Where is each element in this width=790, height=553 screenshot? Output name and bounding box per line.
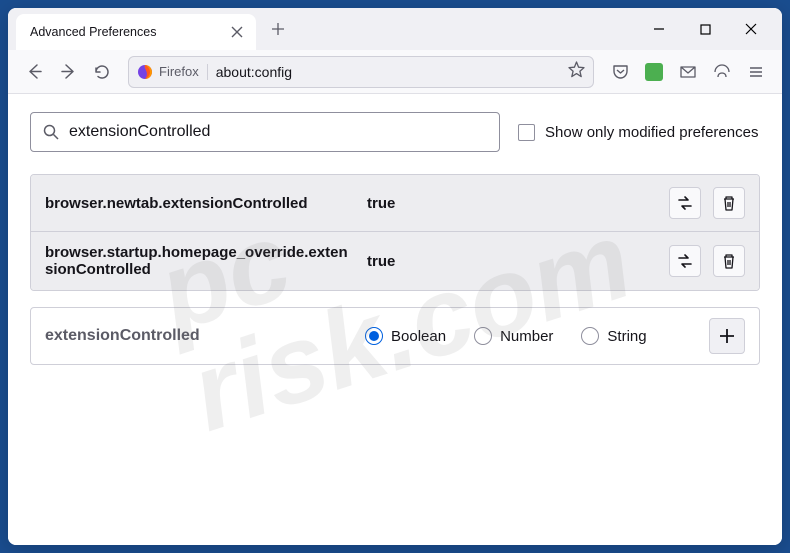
maximize-button[interactable]: [682, 12, 728, 46]
pref-name: browser.startup.homepage_override.extens…: [45, 244, 355, 278]
close-icon: [231, 26, 243, 38]
forward-button[interactable]: [52, 56, 84, 88]
close-window-button[interactable]: [728, 12, 774, 46]
pref-search-box[interactable]: [30, 112, 500, 152]
radio-icon: [365, 327, 383, 345]
pref-name: browser.newtab.extensionControlled: [45, 195, 355, 212]
arrow-left-icon: [26, 63, 43, 80]
url-text: about:config: [216, 64, 560, 80]
radio-icon: [474, 327, 492, 345]
radio-boolean[interactable]: Boolean: [365, 327, 446, 345]
plus-icon: [718, 327, 736, 345]
tab-close-button[interactable]: [226, 21, 248, 43]
back-button[interactable]: [18, 56, 50, 88]
toggle-icon: [676, 194, 694, 212]
pref-value: true: [367, 195, 657, 212]
extension-icon: [645, 63, 663, 81]
close-icon: [745, 23, 757, 35]
browser-tab[interactable]: Advanced Preferences: [16, 14, 256, 50]
identity-box[interactable]: Firefox: [137, 64, 208, 80]
radio-label: Boolean: [391, 328, 446, 345]
delete-button[interactable]: [713, 245, 745, 277]
radio-label: String: [607, 328, 646, 345]
show-modified-label: Show only modified preferences: [545, 124, 758, 141]
account-button[interactable]: [706, 56, 738, 88]
new-pref-row: extensionControlled Boolean Number Strin…: [30, 307, 760, 365]
pocket-icon: [612, 63, 629, 80]
firefox-logo-icon: [137, 64, 153, 80]
pref-row: browser.newtab.extensionControlled true: [31, 175, 759, 232]
radio-number[interactable]: Number: [474, 327, 553, 345]
pref-results-list: browser.newtab.extensionControlled true …: [30, 174, 760, 291]
extension-button[interactable]: [638, 56, 670, 88]
bookmark-star-button[interactable]: [568, 61, 585, 83]
reload-button[interactable]: [86, 56, 118, 88]
maximize-icon: [700, 24, 711, 35]
hamburger-icon: [748, 64, 764, 80]
nav-toolbar: Firefox about:config: [8, 50, 782, 94]
minimize-button[interactable]: [636, 12, 682, 46]
toggle-button[interactable]: [669, 187, 701, 219]
browser-window: Advanced Preferences: [8, 8, 782, 545]
account-icon: [713, 63, 731, 81]
trash-icon: [721, 195, 737, 211]
toggle-button[interactable]: [669, 245, 701, 277]
radio-label: Number: [500, 328, 553, 345]
about-config-content: Show only modified preferences browser.n…: [8, 94, 782, 545]
pref-row: browser.startup.homepage_override.extens…: [31, 232, 759, 290]
delete-button[interactable]: [713, 187, 745, 219]
search-row: Show only modified preferences: [30, 112, 760, 152]
pref-value: true: [367, 253, 657, 270]
plus-icon: [271, 22, 285, 36]
toggle-icon: [676, 252, 694, 270]
show-modified-checkbox[interactable]: Show only modified preferences: [518, 124, 758, 141]
reload-icon: [94, 64, 110, 80]
add-pref-button[interactable]: [709, 318, 745, 354]
arrow-right-icon: [60, 63, 77, 80]
minimize-icon: [653, 23, 665, 35]
star-icon: [568, 61, 585, 78]
titlebar: Advanced Preferences: [8, 8, 782, 50]
app-menu-button[interactable]: [740, 56, 772, 88]
radio-icon: [581, 327, 599, 345]
tab-title: Advanced Preferences: [30, 25, 226, 39]
pref-search-input[interactable]: [69, 123, 487, 141]
new-pref-name: extensionControlled: [45, 327, 345, 345]
search-icon: [43, 124, 59, 140]
trash-icon: [721, 253, 737, 269]
checkbox-icon: [518, 124, 535, 141]
window-controls: [636, 12, 774, 46]
inbox-icon: [679, 63, 697, 81]
url-bar[interactable]: Firefox about:config: [128, 56, 594, 88]
pocket-button[interactable]: [604, 56, 636, 88]
radio-string[interactable]: String: [581, 327, 646, 345]
identity-label: Firefox: [159, 64, 199, 79]
new-tab-button[interactable]: [264, 15, 292, 43]
type-radio-group: Boolean Number String: [365, 327, 689, 345]
inbox-button[interactable]: [672, 56, 704, 88]
